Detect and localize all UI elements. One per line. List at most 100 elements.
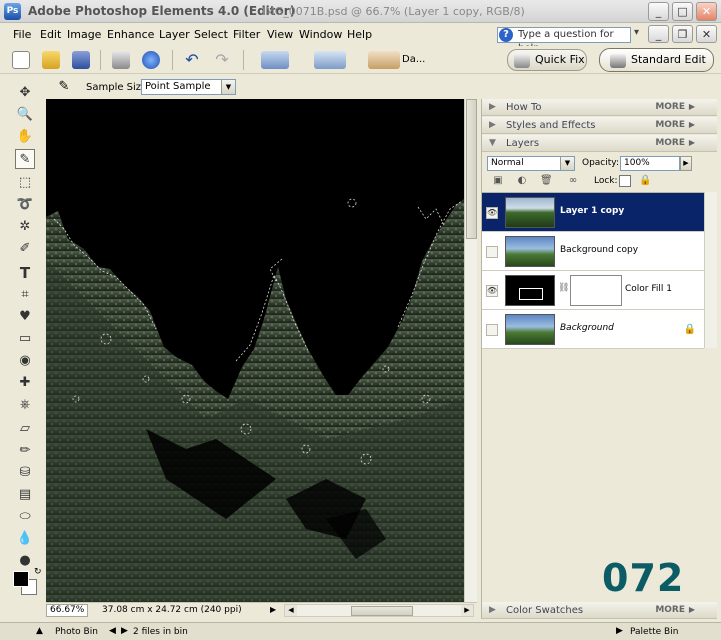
photo-bin-label[interactable]: Photo Bin <box>55 627 98 637</box>
organize-icon[interactable] <box>314 51 346 69</box>
save-icon[interactable] <box>72 51 90 69</box>
hand-tool-icon[interactable]: ✋ <box>15 127 35 147</box>
scroll-right-icon[interactable]: ▶ <box>461 605 473 616</box>
menu-enhance[interactable]: Enhance <box>107 28 154 41</box>
open-folder-icon[interactable] <box>42 51 60 69</box>
canvas-vertical-scroll-thumb[interactable] <box>466 99 477 239</box>
swatches-more-button[interactable]: MORE <box>655 605 685 615</box>
eraser-tool-icon[interactable]: ▱ <box>15 419 35 439</box>
shape-tool-icon[interactable]: ⬭ <box>15 507 35 527</box>
cookie-cutter-tool-icon[interactable]: ♥ <box>15 307 35 327</box>
styles-effects-palette-header[interactable]: ▶ Styles and Effects MORE ▶ <box>482 117 717 134</box>
sponge-tool-icon[interactable]: ● <box>15 551 35 571</box>
menu-filter[interactable]: Filter <box>233 28 260 41</box>
expand-up-arrow-icon[interactable]: ▲ <box>36 626 43 636</box>
magic-wand-tool-icon[interactable]: ✲ <box>15 217 35 237</box>
palette-bin-label[interactable]: Palette Bin <box>630 627 678 637</box>
healing-brush-tool-icon[interactable]: ✚ <box>15 373 35 393</box>
visibility-toggle-empty[interactable] <box>486 246 498 258</box>
bin-next-icon[interactable]: ▶ <box>121 626 128 636</box>
print-icon[interactable] <box>112 51 130 69</box>
palette-bin-arrow-icon[interactable]: ▶ <box>616 626 623 636</box>
zoom-level-field[interactable]: 66.67% <box>46 604 88 617</box>
marquee-tool-icon[interactable]: ⬚ <box>15 173 35 193</box>
paint-bucket-tool-icon[interactable]: ⛁ <box>15 463 35 483</box>
adjustment-layer-icon[interactable]: ◐ <box>516 175 528 187</box>
close-button[interactable]: ✕ <box>696 2 717 21</box>
eyedropper-tool-icon[interactable]: ✎ <box>15 149 35 169</box>
image-canvas[interactable] <box>46 99 464 602</box>
zoom-tool-icon[interactable]: 🔍 <box>15 105 35 125</box>
move-tool-icon[interactable]: ✥ <box>15 83 35 103</box>
lock-all-icon[interactable]: 🔒 <box>639 175 651 187</box>
gradient-tool-icon[interactable]: ▤ <box>15 485 35 505</box>
styles-more-button[interactable]: MORE <box>655 120 685 130</box>
canvas-vertical-scrollbar[interactable] <box>464 99 477 602</box>
redo-icon[interactable]: ↷ <box>213 51 231 69</box>
menu-edit[interactable]: Edit <box>40 28 61 41</box>
menu-view[interactable]: View <box>267 28 293 41</box>
undo-icon[interactable]: ↶ <box>183 51 201 69</box>
sample-size-select[interactable]: Point Sample ▼ <box>141 79 236 95</box>
layers-more-button[interactable]: MORE <box>655 138 685 148</box>
swap-colors-icon[interactable]: ↻ <box>34 567 42 577</box>
red-eye-tool-icon[interactable]: ◉ <box>15 351 35 371</box>
layers-scrollbar[interactable] <box>704 192 717 348</box>
layers-palette-header[interactable]: ▼ Layers MORE ▶ <box>482 135 717 152</box>
eyedropper-options-icon[interactable]: ✎ <box>56 79 72 95</box>
standard-edit-button[interactable]: Standard Edit <box>599 48 714 72</box>
doc-restore-button[interactable]: ❐ <box>672 25 693 43</box>
help-search-dropdown-icon[interactable]: ▾ <box>634 27 646 43</box>
straighten-tool-icon[interactable]: ▭ <box>15 329 35 349</box>
opacity-field[interactable]: 100% <box>620 156 680 171</box>
create-icon[interactable] <box>261 51 289 69</box>
maximize-button[interactable]: □ <box>672 2 693 21</box>
color-swatches-palette-header[interactable]: ▶ Color Swatches MORE ▶ <box>482 602 717 619</box>
help-search-input[interactable]: Type a question for help <box>497 27 631 54</box>
status-menu-arrow-icon[interactable]: ▶ <box>270 605 276 614</box>
new-layer-icon[interactable]: ▣ <box>492 175 504 187</box>
how-to-palette-header[interactable]: ▶ How To MORE ▶ <box>482 99 717 116</box>
menu-layer[interactable]: Layer <box>159 28 190 41</box>
crop-tool-icon[interactable]: ⌗ <box>15 285 35 305</box>
lock-transparency-icon[interactable] <box>619 175 631 187</box>
bin-prev-icon[interactable]: ◀ <box>109 626 116 636</box>
delete-layer-icon[interactable]: 🗑 <box>540 175 553 187</box>
canvas-horizontal-scroll-thumb[interactable] <box>351 606 413 616</box>
date-view-icon[interactable] <box>368 51 400 69</box>
menu-window[interactable]: Window <box>299 28 342 41</box>
blend-mode-select[interactable]: Normal ▼ <box>487 156 575 171</box>
layer-row-background-copy[interactable]: Background copy <box>482 232 704 271</box>
new-icon[interactable] <box>12 51 30 69</box>
menu-image[interactable]: Image <box>67 28 101 41</box>
doc-minimize-button[interactable]: _ <box>648 25 669 43</box>
layer-row-layer-1-copy[interactable]: 👁 Layer 1 copy <box>482 193 704 232</box>
menu-help[interactable]: Help <box>347 28 372 41</box>
online-services-icon[interactable] <box>142 51 160 69</box>
visibility-eye-icon[interactable]: 👁 <box>486 285 498 297</box>
brush-tool-icon[interactable]: ✏ <box>15 441 35 461</box>
layer-row-color-fill-1[interactable]: 👁 ⛓ Color Fill 1 <box>482 271 704 310</box>
blur-tool-icon[interactable]: 💧 <box>15 529 35 549</box>
type-tool-icon[interactable]: T <box>15 263 35 283</box>
opacity-slider-arrow-icon[interactable]: ▶ <box>680 156 692 171</box>
collapsed-arrow-icon: ▶ <box>489 102 496 112</box>
menu-select[interactable]: Select <box>194 28 228 41</box>
date-view-label[interactable]: Da... <box>402 54 425 65</box>
how-to-more-button[interactable]: MORE <box>655 102 685 112</box>
layer-row-background[interactable]: Background 🔒 <box>482 310 704 349</box>
menu-file[interactable]: File <box>13 28 31 41</box>
quick-fix-button[interactable]: Quick Fix <box>507 49 587 71</box>
scroll-left-icon[interactable]: ◀ <box>285 605 297 616</box>
visibility-toggle-empty[interactable] <box>486 324 498 336</box>
selection-brush-tool-icon[interactable]: ✐ <box>15 239 35 259</box>
doc-close-button[interactable]: ✕ <box>696 25 717 43</box>
mask-link-icon[interactable]: ⛓ <box>558 283 569 297</box>
link-layers-icon[interactable]: ∞ <box>564 175 582 187</box>
lasso-tool-icon[interactable]: ➰ <box>15 195 35 215</box>
canvas-horizontal-scrollbar[interactable]: ◀ ▶ <box>284 604 474 617</box>
minimize-button[interactable]: _ <box>648 2 669 21</box>
layer-thumbnail <box>505 314 555 345</box>
clone-stamp-tool-icon[interactable]: ⎈ <box>15 395 35 415</box>
visibility-eye-icon[interactable]: 👁 <box>486 207 498 219</box>
